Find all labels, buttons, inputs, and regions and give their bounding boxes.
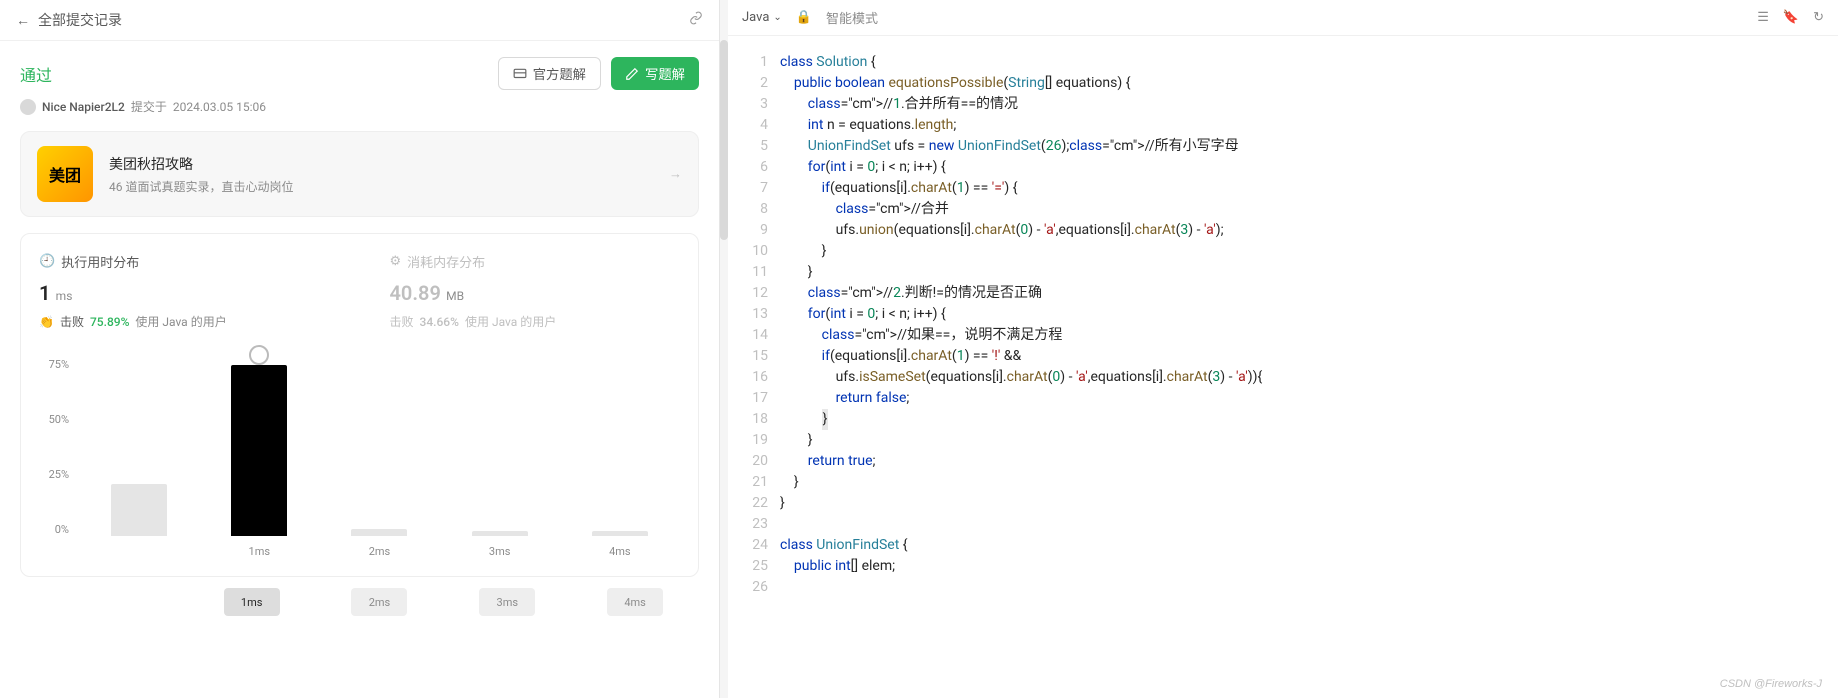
promo-subtitle: 46 道面试真题实录，直击心动岗位 <box>109 178 293 195</box>
chart-bar[interactable] <box>111 484 167 536</box>
bookmark-icon[interactable]: 🔖 <box>1783 10 1799 25</box>
stat-mem-value: 40.89 <box>390 281 441 305</box>
stat-mem-unit: MB <box>446 289 464 303</box>
strip-cell[interactable]: 3ms <box>479 588 535 616</box>
user-row: Nice Napier2L2 提交于 2024.03.05 15:06 <box>0 98 719 131</box>
beat-label: 击败 <box>60 313 84 330</box>
clock-icon: 🕘 <box>39 254 55 269</box>
left-scrollbar[interactable] <box>720 0 728 698</box>
right-panel: Java ⌄ 🔒 智能模式 ☰ 🔖 ↻ 12345678910111213141… <box>728 0 1838 698</box>
strip-cell[interactable]: 2ms <box>351 588 407 616</box>
promo-text: 美团秋招攻略 46 道面试真题实录，直击心动岗位 <box>109 154 293 195</box>
stat-mem-beat: 击败 34.66% 使用 Java 的用户 <box>390 313 681 330</box>
lock-icon: 🔒 <box>796 10 812 25</box>
beat-time-rest: 使用 Java 的用户 <box>135 313 226 330</box>
x-axis: 1ms2ms3ms4ms <box>79 545 680 558</box>
chart-bar[interactable] <box>351 529 407 536</box>
code-content[interactable]: class Solution { public boolean equation… <box>780 36 1838 698</box>
beat-mem-rest: 使用 Java 的用户 <box>465 313 556 330</box>
stat-time-label: 执行用时分布 <box>61 252 139 271</box>
chevron-down-icon: ⌄ <box>773 12 781 23</box>
editor-header: Java ⌄ 🔒 智能模式 ☰ 🔖 ↻ <box>728 0 1838 36</box>
language-selector[interactable]: Java ⌄ <box>742 10 782 25</box>
chart-bar[interactable] <box>472 531 528 536</box>
chart-plot <box>79 358 680 536</box>
language-label: Java <box>742 10 769 25</box>
beat-time-pct: 75.89% <box>90 315 129 329</box>
left-header: ← 全部提交记录 <box>0 0 719 41</box>
strip-cell[interactable]: 1ms <box>224 588 280 616</box>
reset-icon[interactable]: ↻ <box>1813 10 1824 25</box>
beat-label-mem: 击败 <box>390 313 414 330</box>
status-text: 通过 <box>20 62 52 86</box>
line-gutter: 1234567891011121314151617181920212223242… <box>728 36 780 698</box>
back-arrow-icon[interactable]: ← <box>16 12 30 29</box>
stats-top: 🕘 执行用时分布 1 ms 👏 击败 75.89% 使用 Java 的用户 ⚙ <box>39 252 680 330</box>
chart-bar[interactable] <box>592 531 648 536</box>
watermark: CSDN @Fireworks-J <box>1720 678 1822 690</box>
left-panel: ← 全部提交记录 通过 官方题解 写题解 Nice Napier2L2 提交于 … <box>0 0 720 698</box>
stats-card: 🕘 执行用时分布 1 ms 👏 击败 75.89% 使用 Java 的用户 ⚙ <box>20 233 699 577</box>
link-icon[interactable] <box>689 11 703 29</box>
status-row: 通过 官方题解 写题解 <box>0 41 719 98</box>
menu-icon[interactable]: ☰ <box>1757 10 1769 25</box>
x-strip: 1ms 2ms 3ms 4ms <box>20 583 699 621</box>
mode-label: 智能模式 <box>826 8 878 27</box>
beat-mem-pct: 34.66% <box>420 315 459 329</box>
promo-image: 美团 <box>37 146 93 202</box>
promo-card[interactable]: 美团 美团秋招攻略 46 道面试真题实录，直击心动岗位 → <box>20 131 699 217</box>
header-title: 全部提交记录 <box>38 10 122 30</box>
user-marker <box>249 345 269 365</box>
stat-time: 🕘 执行用时分布 1 ms 👏 击败 75.89% 使用 Java 的用户 <box>39 252 330 330</box>
y-axis: 75%50%25%0% <box>39 358 75 536</box>
stat-mem-label: 消耗内存分布 <box>407 252 485 271</box>
stat-mem-head: ⚙ 消耗内存分布 <box>390 252 681 271</box>
stat-time-unit: ms <box>56 289 73 303</box>
stat-time-beat: 👏 击败 75.89% 使用 Java 的用户 <box>39 313 330 330</box>
write-solution-label: 写题解 <box>645 64 685 83</box>
stat-time-value: 1 <box>39 281 50 305</box>
stat-time-head: 🕘 执行用时分布 <box>39 252 330 271</box>
write-solution-button[interactable]: 写题解 <box>611 57 699 90</box>
submit-prefix: 提交于 <box>131 98 167 115</box>
code-editor[interactable]: 1234567891011121314151617181920212223242… <box>728 36 1838 698</box>
memory-icon: ⚙ <box>390 254 402 269</box>
promo-title: 美团秋招攻略 <box>109 154 293 174</box>
official-solution-label: 官方题解 <box>533 64 586 83</box>
submit-time: 2024.03.05 15:06 <box>173 100 266 114</box>
arrow-right-icon: → <box>669 166 682 182</box>
editor-toolbar: ☰ 🔖 ↻ <box>1757 10 1824 25</box>
runtime-chart: 75%50%25%0% 1ms2ms3ms4ms <box>39 358 680 558</box>
username[interactable]: Nice Napier2L2 <box>42 100 125 114</box>
stat-memory: ⚙ 消耗内存分布 40.89 MB 击败 34.66% 使用 Java 的用户 <box>390 252 681 330</box>
strip-cell[interactable]: 4ms <box>607 588 663 616</box>
scrollbar-thumb[interactable] <box>720 40 728 240</box>
clap-icon: 👏 <box>39 315 54 329</box>
chart-bar[interactable] <box>231 365 287 536</box>
avatar <box>20 99 36 115</box>
official-solution-button[interactable]: 官方题解 <box>498 57 601 90</box>
